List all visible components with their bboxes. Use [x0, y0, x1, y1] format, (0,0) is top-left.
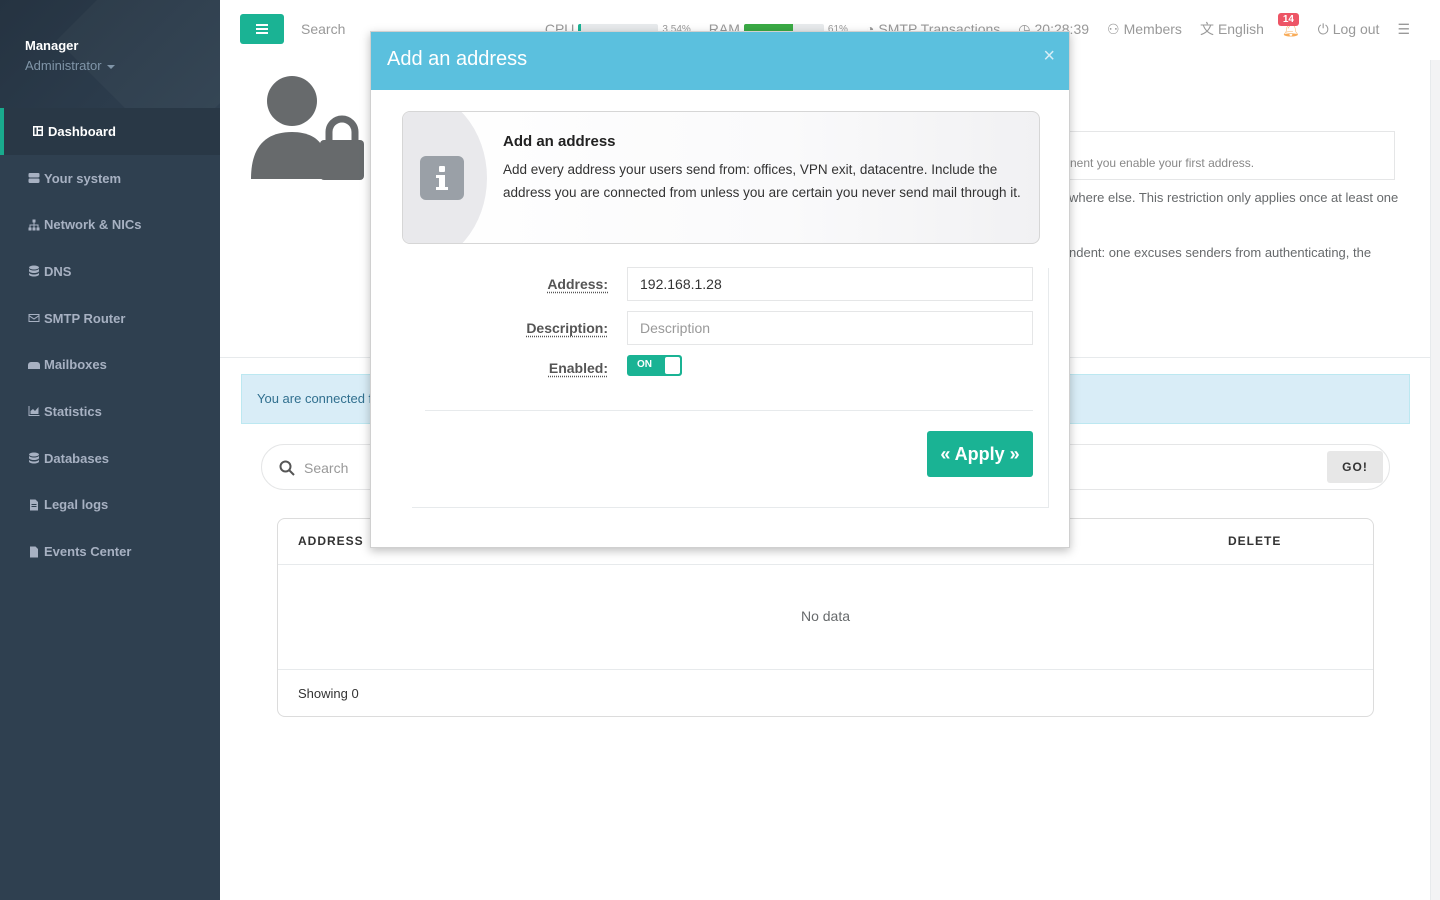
sidebar-item-label: Dashboard — [48, 123, 116, 139]
toggle-knob — [665, 357, 680, 374]
hamburger-icon — [256, 28, 268, 30]
table-footer: Showing 0 — [278, 669, 1373, 717]
sidebar-item-label: Legal logs — [44, 497, 109, 513]
logout-label: Log out — [1332, 21, 1380, 37]
caret-down-icon — [106, 64, 115, 69]
sidebar-item-label: Your system — [44, 170, 122, 186]
profile-block: Manager Administrator — [0, 0, 220, 108]
envelope-icon — [28, 312, 40, 324]
sidebar-item-dashboard[interactable]: Dashboard — [0, 108, 220, 155]
add-address-modal: Add an address × Add an address Add ever… — [370, 31, 1070, 548]
address-field[interactable]: 192.168.1.28 — [627, 267, 1033, 301]
sidebar-item-databases[interactable]: Databases — [0, 435, 220, 482]
users-icon: ⚇ — [1107, 20, 1120, 37]
sidebar-item-dns[interactable]: DNS — [0, 248, 220, 295]
profile-role-label: Administrator — [25, 58, 102, 73]
intro-text: Add every address your users send from: … — [503, 162, 1021, 200]
apply-button[interactable]: « Apply » — [927, 431, 1033, 477]
description-label: Description: — [526, 320, 608, 336]
modal-title: Add an address — [387, 48, 528, 70]
alert-text: You are connected fr — [257, 391, 377, 406]
intro-panel: Add an address Add every address your us… — [402, 111, 1040, 244]
menu-toggle-button[interactable] — [240, 14, 284, 44]
info-icon — [420, 156, 464, 200]
sidebar-item-label: Databases — [44, 450, 110, 466]
notifications-badge: 14 — [1277, 12, 1299, 26]
power-icon: ⏻ — [1317, 20, 1329, 37]
server-icon — [28, 172, 40, 184]
sidebar-item-label: Mailboxes — [44, 357, 107, 373]
modal-header: Add an address × — [371, 32, 1069, 90]
user-lock-icon — [251, 76, 364, 180]
sidebar-item-label: Statistics — [44, 403, 102, 419]
file-icon — [28, 499, 40, 511]
column-header-delete: DELETE — [1228, 534, 1282, 548]
sidebar-item-legal-logs[interactable]: Legal logs — [0, 482, 220, 529]
chart-icon — [28, 405, 40, 417]
column-header-address[interactable]: ADDRESS — [298, 534, 364, 548]
form-divider — [425, 410, 1033, 411]
translate-icon: 文 — [1199, 21, 1214, 37]
sidebar-item-label: SMTP Router — [44, 310, 126, 326]
close-icon[interactable]: × — [1043, 46, 1055, 66]
task-list-button[interactable]: ☰ — [1397, 21, 1410, 38]
sidebar-item-statistics[interactable]: Statistics — [0, 388, 220, 435]
background-info-text: nent you enable your first address. — [1070, 156, 1255, 170]
sidebar-item-label: Network & NICs — [44, 217, 142, 233]
sidebar-item-events-center[interactable]: Events Center — [0, 528, 220, 575]
address-form: Address: 192.168.1.28 Description: Descr… — [412, 267, 1049, 508]
sidebar-item-your-system[interactable]: Your system — [0, 155, 220, 202]
language-selector[interactable]: 文 English — [1200, 19, 1264, 39]
sidebar-item-label: DNS — [44, 263, 72, 279]
notifications-button[interactable]: 🔔︎ 14 — [1277, 12, 1300, 38]
empty-table-message: No data — [800, 608, 851, 624]
language-label: English — [1217, 21, 1264, 37]
sidebar-item-smtp-router[interactable]: SMTP Router — [0, 295, 220, 342]
background-text-line-2: ndent: one excuses senders from authenti… — [1069, 245, 1372, 260]
network-icon — [28, 219, 40, 231]
list-check-icon: ☰ — [1397, 20, 1410, 37]
sidebar-item-mailboxes[interactable]: Mailboxes — [0, 341, 220, 388]
row-count: Showing 0 — [298, 686, 359, 701]
database-icon — [28, 265, 40, 277]
file-icon — [28, 546, 40, 558]
background-info-box: nent you enable your first address. — [1069, 131, 1395, 180]
sidebar: Manager Administrator Dashboard Your sys… — [0, 0, 220, 900]
sidebar-item-label: Events Center — [44, 544, 132, 560]
sidebar-nav: Dashboard Your system Network & NICs DNS… — [0, 108, 220, 575]
address-label: Address: — [547, 276, 608, 292]
profile-role-dropdown[interactable]: Administrator — [25, 58, 115, 73]
description-field[interactable]: Description — [627, 311, 1033, 345]
profile-name: Manager — [25, 38, 79, 53]
table-search-input[interactable]: Search — [304, 460, 348, 476]
background-text-line-1: where else. This restriction only applie… — [1069, 190, 1399, 205]
go-button[interactable]: GO! — [1327, 451, 1383, 483]
members-label: Members — [1123, 21, 1182, 37]
dashboard-icon — [32, 125, 44, 137]
intro-title: Add an address — [503, 133, 616, 150]
page-scrollbar[interactable] — [1430, 60, 1440, 900]
top-search-input[interactable]: Search — [301, 21, 345, 37]
sidebar-item-network[interactable]: Network & NICs — [0, 201, 220, 248]
toggle-state-label: ON — [637, 359, 652, 370]
search-icon — [279, 460, 295, 476]
logout-button[interactable]: ⏻ Log out — [1318, 21, 1380, 38]
database-icon — [28, 452, 40, 464]
members-link[interactable]: ⚇ Members — [1107, 21, 1182, 38]
enabled-toggle[interactable]: ON — [627, 355, 682, 376]
enabled-label: Enabled: — [548, 360, 608, 376]
mailbox-icon — [28, 359, 40, 371]
